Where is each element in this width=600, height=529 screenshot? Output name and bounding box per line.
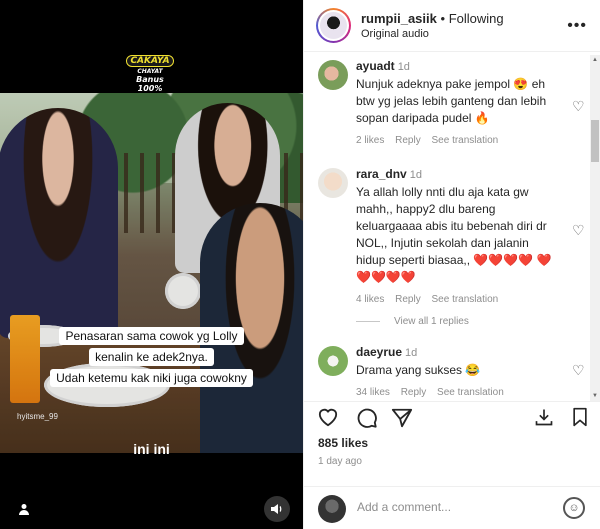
audio-link[interactable]: Original audio [361, 28, 504, 40]
video-watermark: hyitsme_99 [17, 412, 58, 421]
video-caption-line: Penasaran sama cowok yg Lolly [0, 327, 303, 345]
reply-button[interactable]: Reply [395, 135, 421, 146]
scroll-up-icon[interactable]: ▲ [591, 56, 599, 64]
view-replies-button[interactable]: View all 1 replies [356, 316, 469, 327]
tagged-users-icon[interactable] [14, 499, 34, 519]
heart-icon[interactable]: ♡ [572, 98, 588, 114]
channel-logo: CAKAYA CHAYAT Banus 100% [122, 48, 178, 93]
comment-likes[interactable]: 4 likes [356, 294, 384, 305]
author-username[interactable]: rumpii_asiik [361, 11, 437, 26]
bookmark-icon[interactable] [568, 407, 592, 431]
likes-count[interactable]: 885 likes [318, 436, 368, 450]
post-actions [304, 401, 600, 439]
heart-icon[interactable]: ♡ [572, 222, 588, 238]
commenter-avatar[interactable] [318, 346, 348, 376]
video-player[interactable]: CAKAYA CHAYAT Banus 100% Penasaran sama … [0, 0, 303, 529]
add-comment-input[interactable]: Add a comment... [357, 500, 451, 514]
comment-text: Nunjuk adeknya pake jempol 😍 eh btw yg j… [356, 77, 547, 125]
download-icon[interactable] [532, 407, 556, 431]
comment-likes[interactable]: 2 likes [356, 135, 384, 146]
comment-username[interactable]: rara_dnv [356, 167, 407, 181]
video-caption-line: kenalin ke adek2nya. [0, 348, 303, 366]
header-separator: • [440, 11, 446, 26]
add-comment-row: Add a comment... ☺ [304, 486, 600, 529]
comment-time: 1d [409, 169, 422, 181]
comment-username[interactable]: ayuadt [356, 59, 395, 73]
audio-toggle-icon[interactable] [264, 496, 290, 522]
video-frame [0, 93, 303, 453]
author-avatar[interactable] [316, 8, 351, 43]
video-subtitle: ini ini [133, 441, 170, 457]
video-caption-line: Udah ketemu kak niki juga cowokny [0, 369, 303, 387]
scroll-down-icon[interactable]: ▼ [591, 392, 599, 400]
comments-scrollbar[interactable]: ▲ ▼ [590, 55, 600, 401]
see-translation-button[interactable]: See translation [432, 294, 499, 305]
share-send-icon[interactable] [390, 407, 414, 431]
more-horizontal-icon[interactable]: ••• [567, 17, 587, 35]
post-sidebar: rumpii_asiik • Following Original audio … [303, 0, 600, 529]
current-user-avatar [318, 495, 346, 523]
scroll-thumb[interactable] [591, 120, 599, 162]
emoji-icon[interactable]: ☺ [563, 497, 585, 519]
reply-button[interactable]: Reply [401, 387, 427, 398]
like-heart-icon[interactable] [316, 407, 340, 431]
following-button[interactable]: Following [449, 11, 504, 26]
see-translation-button[interactable]: See translation [437, 387, 504, 398]
comment-username[interactable]: daeyrue [356, 345, 402, 359]
commenter-avatar[interactable] [318, 60, 348, 90]
comment-likes[interactable]: 34 likes [356, 387, 390, 398]
reply-button[interactable]: Reply [395, 294, 421, 305]
comment-time: 1d [405, 347, 418, 359]
see-translation-button[interactable]: See translation [432, 135, 499, 146]
post-header: rumpii_asiik • Following Original audio … [304, 0, 600, 52]
comment-bubble-icon[interactable] [355, 407, 379, 431]
commenter-avatar[interactable] [318, 168, 348, 198]
post-timestamp: 1 day ago [318, 456, 362, 467]
comment-text: Ya allah lolly nnti dlu aja kata gw mahh… [356, 185, 552, 284]
comments-list: ayuadt 1d Nunjuk adeknya pake jempol 😍 eh… [304, 52, 600, 401]
comment-time: 1d [397, 61, 410, 73]
heart-icon[interactable]: ♡ [572, 362, 588, 378]
instagram-post-view: CAKAYA CHAYAT Banus 100% Penasaran sama … [0, 0, 600, 529]
comment-text: Drama yang sukses 😂 [356, 363, 481, 377]
